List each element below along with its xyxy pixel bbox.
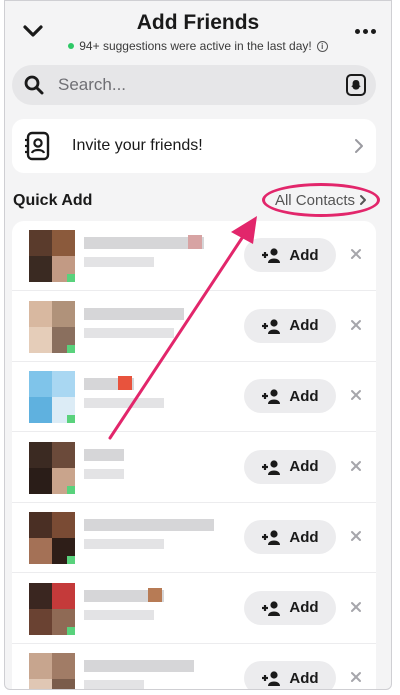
online-badge-icon bbox=[67, 626, 75, 635]
avatar[interactable] bbox=[29, 371, 75, 423]
avatar[interactable] bbox=[29, 653, 75, 689]
dismiss-icon[interactable] bbox=[348, 528, 364, 544]
add-person-icon bbox=[261, 670, 281, 686]
quick-add-row[interactable]: Add bbox=[12, 574, 376, 644]
invite-friends-row[interactable]: Invite your friends! bbox=[12, 119, 376, 173]
quick-add-row[interactable]: Add bbox=[12, 503, 376, 573]
blurred-username bbox=[84, 257, 154, 267]
search-input[interactable]: Search... bbox=[58, 75, 126, 95]
online-badge-icon bbox=[67, 344, 75, 353]
avatar[interactable] bbox=[29, 582, 75, 635]
quick-add-row[interactable]: Add bbox=[12, 362, 376, 432]
add-friend-button[interactable]: Add bbox=[244, 520, 336, 554]
add-label: Add bbox=[289, 599, 319, 616]
blurred-name bbox=[84, 660, 194, 672]
more-options-icon[interactable] bbox=[353, 21, 377, 41]
add-person-icon bbox=[261, 459, 281, 475]
quick-add-row[interactable]: Add bbox=[12, 292, 376, 362]
avatar[interactable] bbox=[29, 441, 75, 494]
subtitle-text: 94+ suggestions were active in the last … bbox=[79, 39, 312, 53]
quick-add-row[interactable]: Add bbox=[12, 644, 376, 689]
invite-label: Invite your friends! bbox=[72, 137, 203, 154]
online-badge-icon bbox=[67, 556, 75, 564]
add-person-icon bbox=[261, 318, 281, 334]
quick-add-row[interactable]: Add bbox=[12, 221, 376, 291]
app-frame: Add Friends 94+ suggestions were active … bbox=[4, 0, 392, 690]
add-friend-button[interactable]: Add bbox=[244, 661, 336, 689]
all-contacts-link[interactable]: All Contacts bbox=[262, 183, 380, 217]
add-label: Add bbox=[289, 317, 319, 334]
add-label: Add bbox=[289, 458, 319, 475]
add-friend-button[interactable]: Add bbox=[244, 590, 336, 625]
blurred-emoji bbox=[188, 235, 202, 249]
blurred-username bbox=[84, 609, 154, 620]
add-person-icon bbox=[261, 529, 281, 545]
blurred-username bbox=[84, 680, 144, 689]
quick-add-title: Quick Add bbox=[13, 192, 93, 209]
blurred-name bbox=[84, 307, 184, 320]
quick-add-list: Add Add Add Add Add Add Add bbox=[12, 221, 376, 689]
add-friend-button[interactable]: Add bbox=[244, 238, 336, 272]
dismiss-icon[interactable] bbox=[348, 458, 364, 474]
contacts-book-icon bbox=[24, 131, 52, 161]
add-friend-button[interactable]: Add bbox=[244, 379, 336, 413]
blurred-username bbox=[84, 398, 164, 408]
dismiss-icon[interactable] bbox=[348, 317, 364, 333]
info-icon[interactable]: i bbox=[316, 40, 328, 52]
search-bar[interactable]: Search... bbox=[12, 65, 376, 105]
avatar[interactable] bbox=[29, 230, 75, 282]
avatar[interactable] bbox=[29, 300, 75, 353]
dismiss-icon[interactable] bbox=[348, 669, 364, 685]
add-friend-button[interactable]: Add bbox=[244, 308, 336, 343]
online-badge-icon bbox=[67, 415, 75, 423]
add-label: Add bbox=[289, 669, 319, 687]
search-icon bbox=[24, 75, 50, 95]
header: Add Friends 94+ suggestions were active … bbox=[5, 1, 391, 63]
blurred-emoji bbox=[148, 587, 162, 602]
add-label: Add bbox=[289, 246, 319, 264]
add-person-icon bbox=[261, 388, 281, 404]
chevron-right-icon bbox=[360, 195, 367, 205]
blurred-name bbox=[84, 237, 204, 249]
dismiss-icon[interactable] bbox=[348, 599, 364, 615]
blurred-emoji bbox=[118, 376, 132, 390]
snapcode-icon[interactable] bbox=[346, 74, 366, 96]
blurred-name bbox=[84, 519, 214, 531]
all-contacts-label: All Contacts bbox=[274, 191, 356, 209]
add-label: Add bbox=[289, 528, 319, 546]
add-friend-button[interactable]: Add bbox=[244, 449, 336, 484]
dismiss-icon[interactable] bbox=[348, 246, 364, 262]
add-label: Add bbox=[289, 387, 319, 405]
quick-add-row[interactable]: Add bbox=[12, 433, 376, 503]
active-dot-icon bbox=[68, 43, 75, 49]
blurred-name bbox=[84, 448, 124, 461]
page-title: Add Friends bbox=[136, 11, 260, 34]
blurred-username bbox=[84, 539, 164, 549]
online-badge-icon bbox=[67, 274, 75, 282]
dismiss-icon[interactable] bbox=[348, 387, 364, 403]
avatar[interactable] bbox=[29, 512, 75, 564]
blurred-username bbox=[84, 327, 174, 338]
add-person-icon bbox=[261, 247, 281, 263]
chevron-right-icon bbox=[354, 138, 364, 154]
blurred-username bbox=[84, 468, 124, 479]
online-badge-icon bbox=[67, 485, 75, 494]
active-suggestions-subtitle: 94+ suggestions were active in the last … bbox=[5, 39, 391, 53]
add-person-icon bbox=[261, 600, 281, 616]
